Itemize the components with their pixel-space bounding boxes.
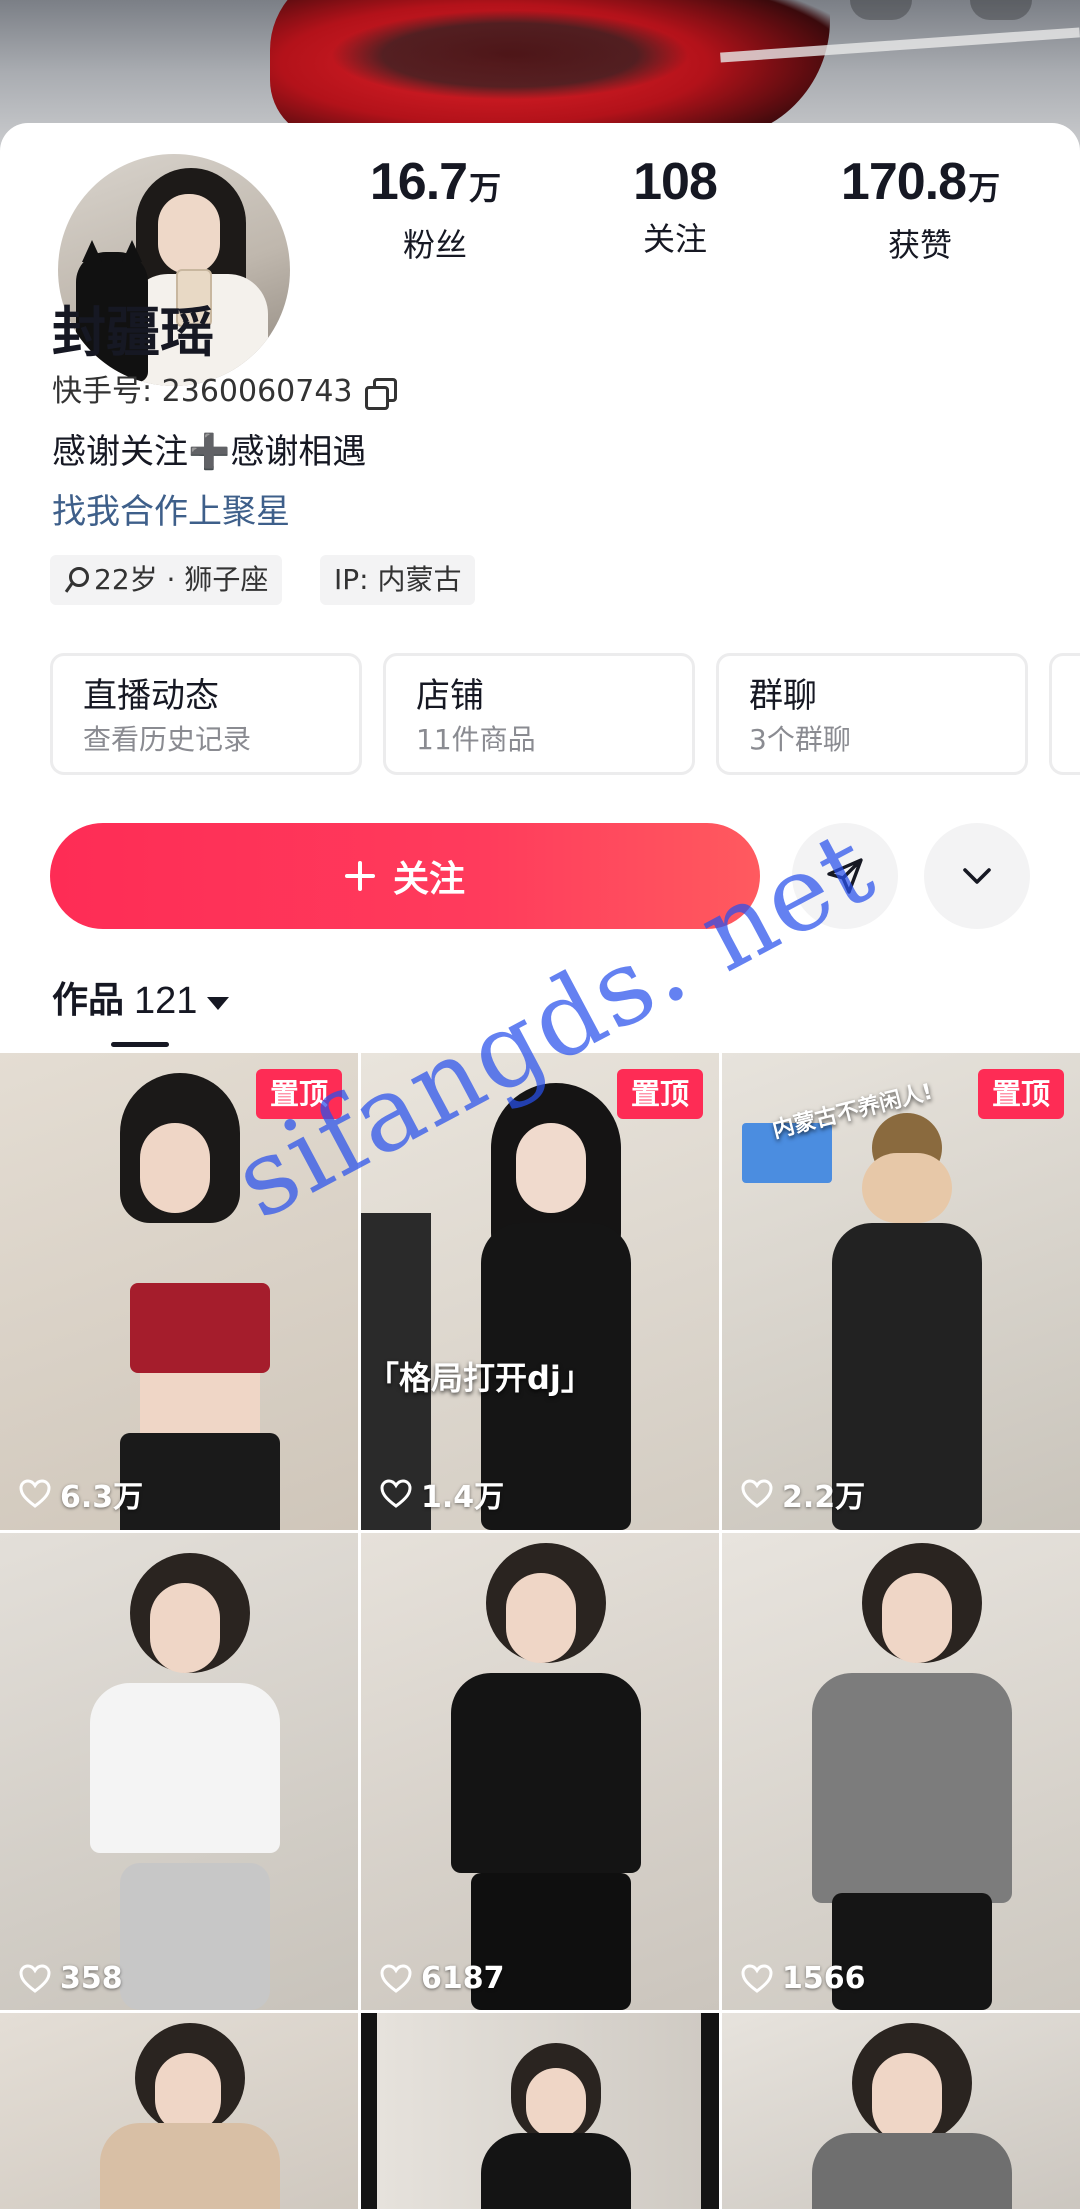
video-likes-count: 1.4万 [421,1480,505,1515]
fans-count: 16.7 [369,153,468,211]
age-tag: 22岁 · 狮子座 [50,555,283,605]
video-likes: 6.3万 [18,1472,143,1516]
live-activity-box[interactable]: 直播动态 查看历史记录 [50,653,362,775]
group-chat-subtitle: 3个群聊 [749,723,851,756]
video-card[interactable]: 内蒙古不养闲人! 置顶 2.2万 [722,1053,1080,1530]
video-card[interactable]: 6187 [361,1533,719,2010]
ip-tag: IP: 内蒙古 [320,555,476,605]
follow-label: 关注 [392,858,465,899]
video-likes: 2.2万 [740,1472,865,1516]
video-likes-count: 358 [60,1961,123,1996]
banner-overlay-button[interactable] [970,0,1032,20]
stat-fans[interactable]: 16.7万 粉丝 [360,147,510,267]
fans-label: 粉丝 [402,226,467,264]
kuaishou-id-row: 快手号: 2360060743 [52,370,397,414]
pinned-badge: 置顶 [978,1069,1064,1119]
female-icon [64,565,89,595]
shop-subtitle: 11件商品 [416,723,536,756]
group-chat-title: 群聊 [749,676,817,716]
ip-location-text: IP: 内蒙古 [334,563,462,596]
share-button[interactable] [792,823,898,929]
shop-title: 店铺 [416,676,484,716]
heart-icon [19,1963,51,1993]
video-caption: 「格局打开dj」 [367,1359,593,1397]
heart-icon [380,1963,412,1993]
video-card[interactable] [722,2013,1080,2209]
video-likes: 6187 [379,1961,505,1996]
video-card[interactable]: 358 [0,1533,358,2010]
more-feature-box[interactable] [1049,653,1080,775]
video-likes-count: 2.2万 [782,1480,866,1515]
follow-button[interactable]: 关注 [50,823,760,929]
nickname: 封疆瑶 [52,301,214,364]
following-count: 108 [633,153,718,211]
works-count: 121 [134,980,198,1022]
kuaishou-id: 快手号: 2360060743 [52,374,353,409]
heart-icon [380,1479,412,1508]
following-label: 关注 [642,220,707,258]
video-card[interactable]: 「格局打开dj」 置顶 1.4万 [361,1053,719,1530]
video-card[interactable]: 置顶 6.3万 [0,1053,358,1530]
heart-icon [19,1479,51,1508]
likes-label: 获赞 [887,226,952,264]
likes-unit: 万 [968,170,1000,206]
tab-active-indicator [111,1042,169,1047]
works-label: 作品 [52,980,125,1021]
stat-likes[interactable]: 170.8万 获赞 [830,147,1010,267]
tab-works[interactable]: 作品 121 [52,971,230,1031]
video-likes: 358 [18,1961,123,1996]
video-likes-count: 6.3万 [60,1480,144,1515]
banner-shadow [330,10,690,100]
heart-icon [741,1963,773,1993]
fans-unit: 万 [469,170,501,206]
copy-icon[interactable] [364,378,397,410]
bio: 感谢关注➕感谢相遇 [52,432,367,472]
video-likes: 1566 [740,1961,866,1996]
video-card[interactable] [0,2013,358,2209]
heart-icon [741,1479,773,1508]
video-likes: 1.4万 [379,1472,504,1516]
pinned-badge: 置顶 [256,1069,342,1119]
video-likes-count: 6187 [421,1961,505,1996]
caret-down-icon [207,996,230,1010]
banner-overlay-button[interactable] [850,0,912,20]
stat-following[interactable]: 108 关注 [600,147,750,261]
more-options-button[interactable] [924,823,1030,929]
likes-count: 170.8 [840,153,967,211]
plus-icon [344,861,375,891]
live-activity-subtitle: 查看历史记录 [83,723,252,756]
send-icon [827,858,863,894]
bio-link[interactable]: 找我合作上聚星 [52,488,290,536]
chevron-down-icon [963,868,991,884]
video-likes-count: 1566 [782,1961,866,1996]
live-activity-title: 直播动态 [83,676,219,716]
video-card[interactable] [361,2013,719,2209]
pinned-badge: 置顶 [617,1069,703,1119]
group-chat-box[interactable]: 群聊 3个群聊 [716,653,1028,775]
video-card[interactable]: 1566 [722,1533,1080,2010]
age-zodiac-text: 22岁 · 狮子座 [94,563,269,596]
shop-box[interactable]: 店铺 11件商品 [383,653,695,775]
